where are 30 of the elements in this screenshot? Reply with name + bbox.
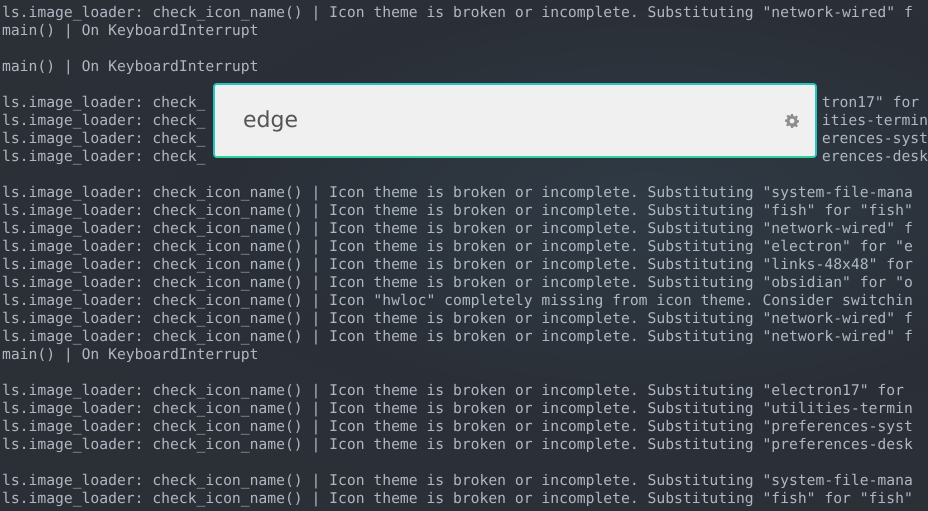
search-input[interactable]: edge	[215, 100, 775, 140]
log-line: ls.image_loader: check_	[2, 148, 206, 166]
log-line: ls.image_loader: check_icon_name() | Icon theme is broken or incomplete. Substituting "utilities-termin	[2, 400, 913, 418]
search-field[interactable]: edge	[213, 83, 817, 158]
log-line: ls.image_loader: check_icon_name() | Icon theme is broken or incomplete. Substituting "fish" for "fish"	[2, 202, 913, 220]
log-line: ls.image_loader: check_icon_name() | Icon theme is broken or incomplete. Substituting "obsidian" for "o	[2, 274, 913, 292]
log-line: ities-termin	[822, 112, 928, 130]
log-line: ls.image_loader: check_icon_name() | Icon theme is broken or incomplete. Substituting "network-wired" f	[2, 328, 913, 346]
log-line: ls.image_loader: check_icon_name() | Icon theme is broken or incomplete. Substituting "electron" for "e	[2, 238, 913, 256]
log-line: main() | On KeyboardInterrupt	[2, 346, 258, 364]
log-line: ls.image_loader: check_icon_name() | Icon "hwloc" completely missing from icon theme. Consider switchin	[2, 292, 913, 310]
log-line: ls.image_loader: check_	[2, 112, 206, 130]
log-line: ls.image_loader: check_icon_name() | Icon theme is broken or incomplete. Substituting "links-48x48" for	[2, 256, 913, 274]
log-line: tron17" for	[822, 94, 920, 112]
log-line: ls.image_loader: check_icon_name() | Icon theme is broken or incomplete. Substituting "electron17" for	[2, 382, 904, 400]
log-line: ls.image_loader: check_icon_name() | Icon theme is broken or incomplete. Substituting "network-wired" f	[2, 4, 913, 22]
log-line: ls.image_loader: check_icon_name() | Icon theme is broken or incomplete. Substituting "preferences-syst	[2, 418, 913, 436]
log-line: ls.image_loader: check_	[2, 130, 206, 148]
log-line: ls.image_loader: check_icon_name() | Icon theme is broken or incomplete. Substituting "network-wired" f	[2, 220, 913, 238]
log-line: erences-desk	[822, 148, 928, 166]
log-line: ls.image_loader: check_icon_name() | Icon theme is broken or incomplete. Substituting "preferences-desk	[2, 436, 913, 454]
settings-icon[interactable]	[785, 114, 799, 128]
log-line: ls.image_loader: check_	[2, 94, 206, 112]
log-line: ls.image_loader: check_icon_name() | Icon theme is broken or incomplete. Substituting "network-wired" f	[2, 310, 913, 328]
log-line: main() | On KeyboardInterrupt	[2, 22, 258, 40]
log-line: ls.image_loader: check_icon_name() | Icon theme is broken or incomplete. Substituting "system-file-mana	[2, 184, 913, 202]
log-line: main() | On KeyboardInterrupt	[2, 58, 258, 76]
log-line: erences-syst	[822, 130, 928, 148]
log-line: ls.image_loader: check_icon_name() | Icon theme is broken or incomplete. Substituting "system-file-mana	[2, 472, 913, 490]
log-line: ls.image_loader: check_icon_name() | Icon theme is broken or incomplete. Substituting "fish" for "fish"	[2, 490, 913, 508]
